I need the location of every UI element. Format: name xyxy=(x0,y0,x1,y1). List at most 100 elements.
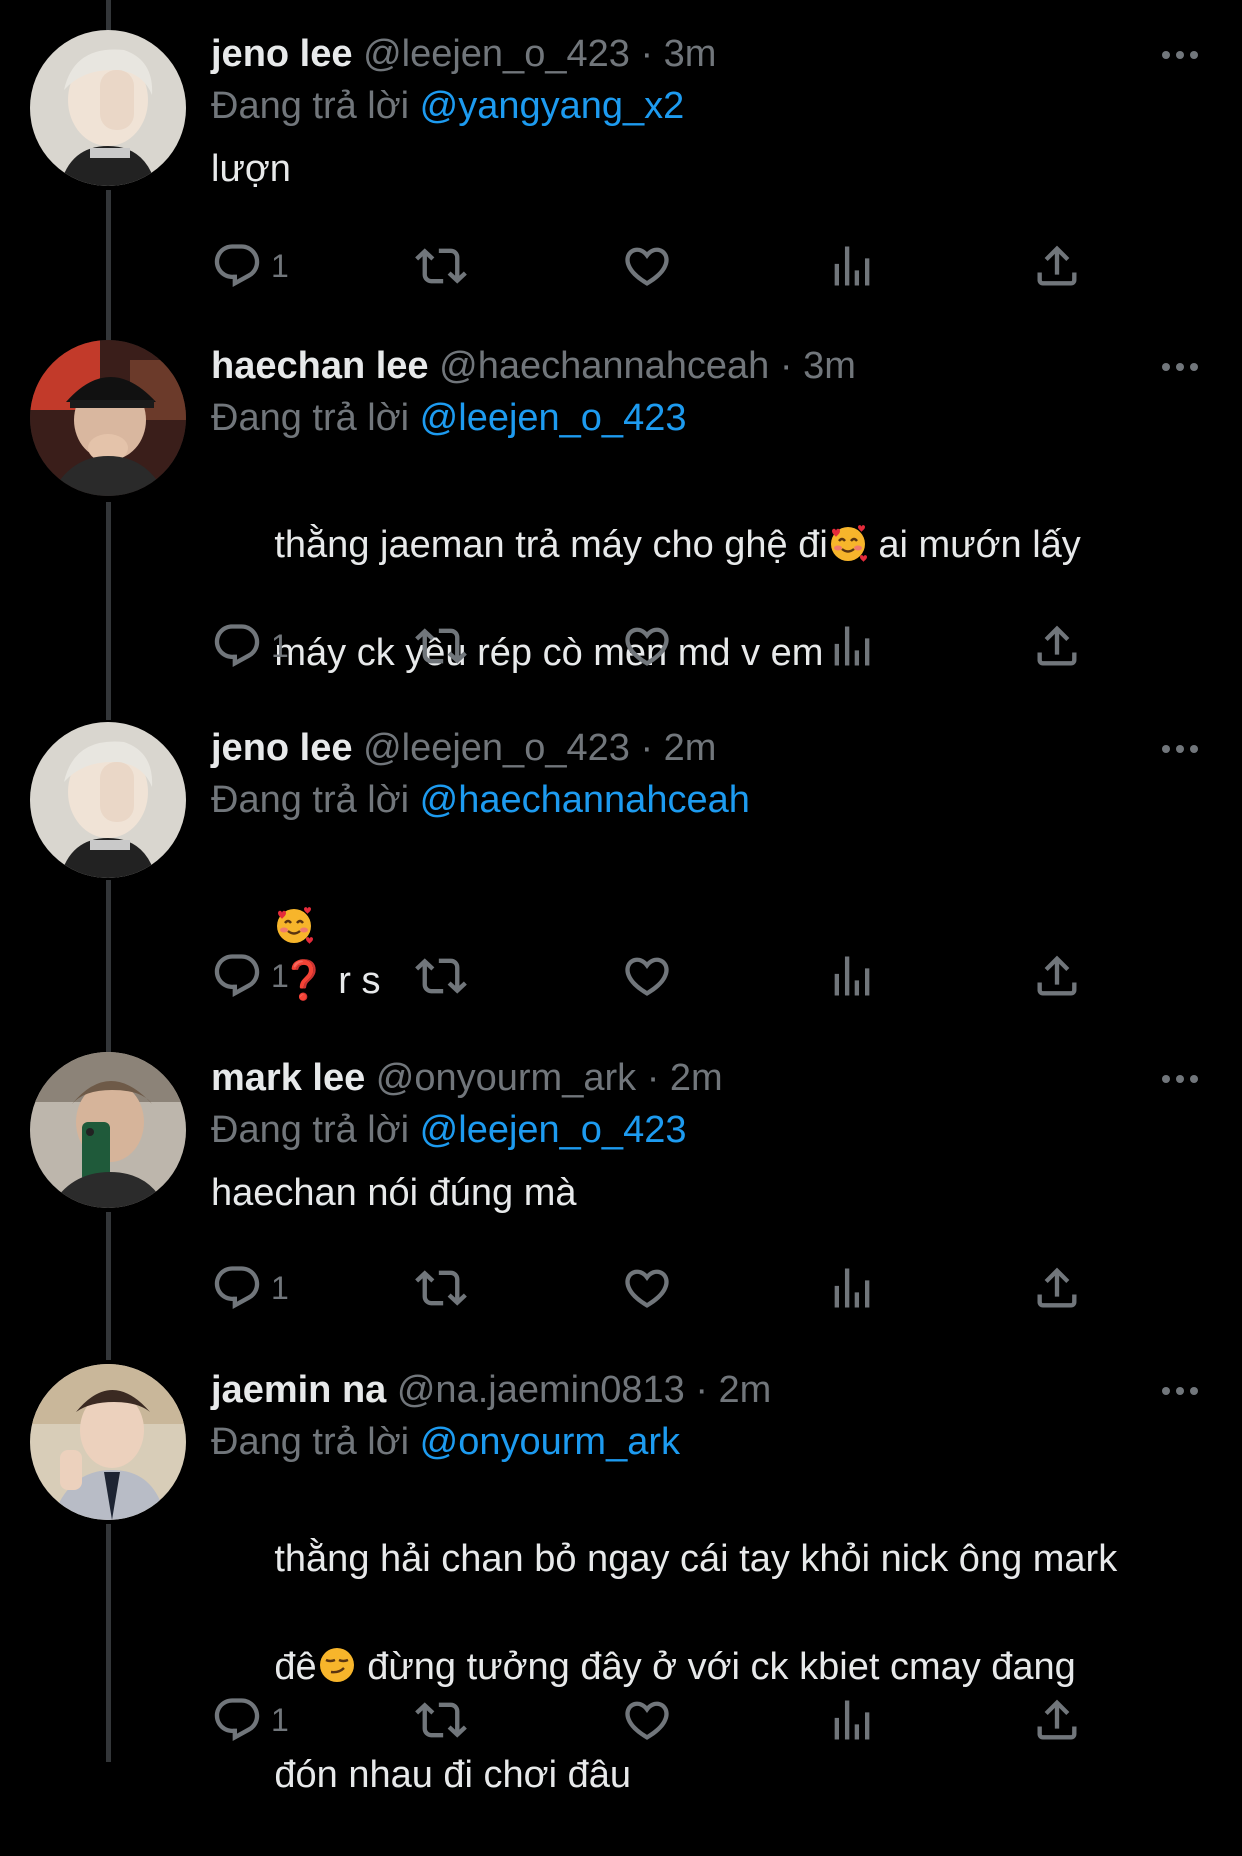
avatar[interactable] xyxy=(30,1364,186,1520)
smirking-face-icon xyxy=(317,1645,357,1685)
mention-link[interactable]: @leejen_o_423 xyxy=(420,397,687,439)
retweet-icon xyxy=(415,950,467,1002)
replying-to-label: Đang trả lời xyxy=(211,397,410,439)
display-name[interactable]: haechan lee xyxy=(211,345,429,387)
avatar[interactable] xyxy=(30,722,186,878)
retweet-icon xyxy=(415,620,467,672)
share-button[interactable] xyxy=(1031,1262,1083,1314)
views-button[interactable] xyxy=(826,950,878,1002)
username[interactable]: @leejen_o_423 xyxy=(363,33,630,75)
share-icon xyxy=(1031,1262,1083,1314)
avatar-image xyxy=(30,1052,186,1208)
retweet-button[interactable] xyxy=(415,620,467,672)
username[interactable]: @leejen_o_423 xyxy=(363,727,630,769)
more-icon[interactable] xyxy=(1160,1384,1200,1398)
like-button[interactable] xyxy=(621,620,673,672)
username[interactable]: @na.jaemin0813 xyxy=(397,1369,685,1411)
display-name[interactable]: jeno lee xyxy=(211,727,353,769)
reply-icon xyxy=(211,950,263,1002)
mention-link[interactable]: @yangyang_x2 xyxy=(420,85,685,127)
replying-to-label: Đang trả lời xyxy=(211,1421,410,1463)
views-button[interactable] xyxy=(826,1694,878,1746)
views-button[interactable] xyxy=(826,1262,878,1314)
like-button[interactable] xyxy=(621,1694,673,1746)
views-icon xyxy=(826,950,878,1002)
reply-button[interactable]: 1 xyxy=(211,1694,289,1746)
timestamp[interactable]: 2m xyxy=(719,1369,772,1411)
tweet-header: jeno lee @leejen_o_423 · 2m xyxy=(211,722,1202,774)
thread-line xyxy=(106,190,111,340)
more-icon[interactable] xyxy=(1160,742,1200,756)
like-button[interactable] xyxy=(621,1262,673,1314)
retweet-button[interactable] xyxy=(415,240,467,292)
reply-icon xyxy=(211,1262,263,1314)
separator: · xyxy=(640,727,654,769)
username[interactable]: @haechannahceah xyxy=(439,345,769,387)
share-button[interactable] xyxy=(1031,950,1083,1002)
retweet-icon xyxy=(415,1262,467,1314)
display-name[interactable]: mark lee xyxy=(211,1057,365,1099)
retweet-button[interactable] xyxy=(415,950,467,1002)
avatar-image xyxy=(30,722,186,878)
reply-button[interactable]: 1 xyxy=(211,1262,289,1314)
share-button[interactable] xyxy=(1031,1694,1083,1746)
mention-link[interactable]: @haechannahceah xyxy=(420,779,750,821)
replying-to: Đang trả lời @haechannahceah xyxy=(211,774,1202,826)
replying-to-label: Đang trả lời xyxy=(211,85,410,127)
avatar-image xyxy=(30,30,186,186)
tweet-header: mark lee @onyourm_ark · 2m xyxy=(211,1052,1202,1104)
views-button[interactable] xyxy=(826,620,878,672)
reply-button[interactable]: 1 xyxy=(211,620,289,672)
tweet-text: thằng hải chan bỏ ngay cái tay khỏi nick… xyxy=(211,1478,1202,1856)
more-icon[interactable] xyxy=(1160,360,1200,374)
reply-count: 1 xyxy=(271,1269,289,1306)
heart-icon xyxy=(621,240,673,292)
thread-line xyxy=(106,1212,111,1360)
mention-link[interactable]: @onyourm_ark xyxy=(420,1421,680,1463)
tweet-text-part: thằng hải chan bỏ ngay cái tay khỏi nick… xyxy=(274,1538,1118,1580)
timestamp[interactable]: 3m xyxy=(664,33,717,75)
avatar[interactable] xyxy=(30,340,186,496)
tweet-actions: 1 xyxy=(211,1262,1111,1314)
avatar[interactable] xyxy=(30,30,186,186)
reply-button[interactable]: 1 xyxy=(211,240,289,292)
share-icon xyxy=(1031,1694,1083,1746)
retweet-button[interactable] xyxy=(415,1694,467,1746)
like-button[interactable] xyxy=(621,950,673,1002)
replying-to: Đang trả lời @onyourm_ark xyxy=(211,1416,1202,1468)
views-icon xyxy=(826,1694,878,1746)
mention-link[interactable]: @leejen_o_423 xyxy=(420,1109,687,1151)
views-icon xyxy=(826,1262,878,1314)
avatar-image xyxy=(30,1364,186,1520)
avatar-image xyxy=(30,340,186,496)
thread-line xyxy=(106,1524,111,1762)
tweet-actions: 1 xyxy=(211,240,1111,292)
share-button[interactable] xyxy=(1031,620,1083,672)
heart-icon xyxy=(621,620,673,672)
reply-icon xyxy=(211,620,263,672)
timestamp[interactable]: 2m xyxy=(670,1057,723,1099)
reply-icon xyxy=(211,240,263,292)
separator: · xyxy=(646,1057,660,1099)
more-icon[interactable] xyxy=(1160,48,1200,62)
reply-button[interactable]: 1 xyxy=(211,950,289,1002)
tweet-header: jaemin na @na.jaemin0813 · 2m xyxy=(211,1364,1202,1416)
like-button[interactable] xyxy=(621,240,673,292)
retweet-icon xyxy=(415,240,467,292)
display-name[interactable]: jaemin na xyxy=(211,1369,386,1411)
share-button[interactable] xyxy=(1031,240,1083,292)
reply-count: 1 xyxy=(271,1701,289,1738)
tweet-text-part: đừng tưởng đây ở với ck kbiet cmay đang xyxy=(356,1646,1076,1688)
timestamp[interactable]: 3m xyxy=(803,345,856,387)
tweet-actions: 1 xyxy=(211,1694,1111,1746)
views-icon xyxy=(826,240,878,292)
display-name[interactable]: jeno lee xyxy=(211,33,353,75)
timestamp[interactable]: 2m xyxy=(664,727,717,769)
separator: · xyxy=(695,1369,708,1411)
views-button[interactable] xyxy=(826,240,878,292)
avatar[interactable] xyxy=(30,1052,186,1208)
retweet-button[interactable] xyxy=(415,1262,467,1314)
more-icon[interactable] xyxy=(1160,1072,1200,1086)
smiling-face-with-hearts-icon xyxy=(274,905,314,945)
username[interactable]: @onyourm_ark xyxy=(376,1057,636,1099)
